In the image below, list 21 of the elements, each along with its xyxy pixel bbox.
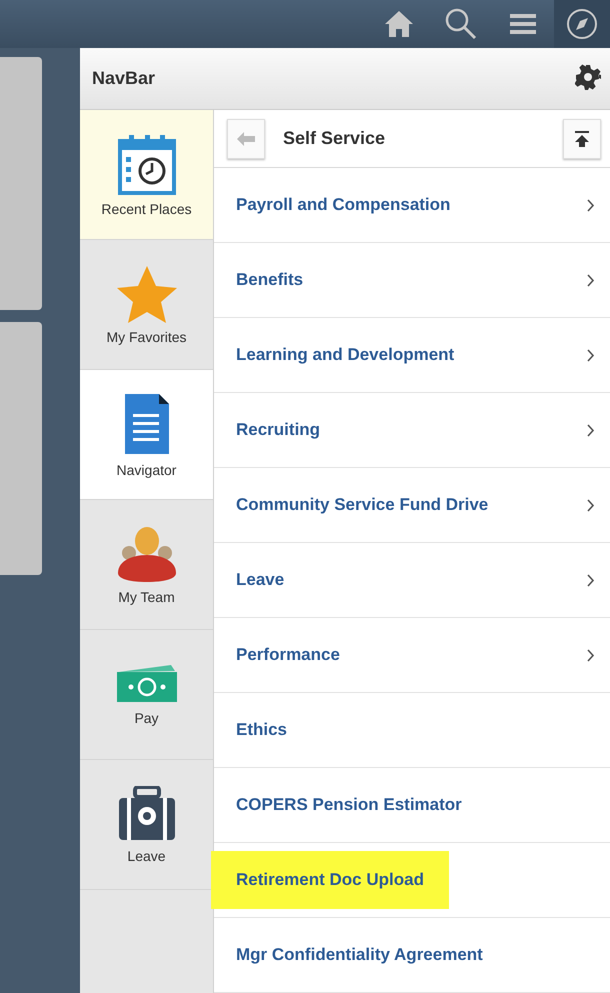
money-icon — [114, 664, 178, 704]
search-icon — [445, 8, 477, 40]
settings-button[interactable] — [575, 64, 601, 93]
calendar-clock-icon — [116, 132, 176, 194]
arrow-up-icon — [575, 130, 589, 146]
home-icon — [384, 10, 414, 38]
navbar-button[interactable] — [554, 0, 610, 48]
document-icon — [122, 392, 170, 456]
team-icon — [116, 524, 178, 582]
highlighted-label: Retirement Doc Upload — [211, 851, 449, 909]
navigator-title: Self Service — [283, 128, 386, 149]
navbar-tile[interactable]: Navigator — [80, 370, 213, 500]
menu-icon — [510, 13, 536, 35]
collapse-button[interactable] — [563, 118, 601, 158]
star-icon — [116, 264, 178, 322]
settings-icon — [575, 64, 601, 90]
compass-icon — [566, 8, 598, 40]
arrow-left-icon — [237, 132, 255, 146]
suitcase-icon — [116, 786, 176, 842]
navbar-title: NavBar — [92, 68, 156, 89]
navbar-tile[interactable]: Recent Places — [80, 110, 213, 240]
